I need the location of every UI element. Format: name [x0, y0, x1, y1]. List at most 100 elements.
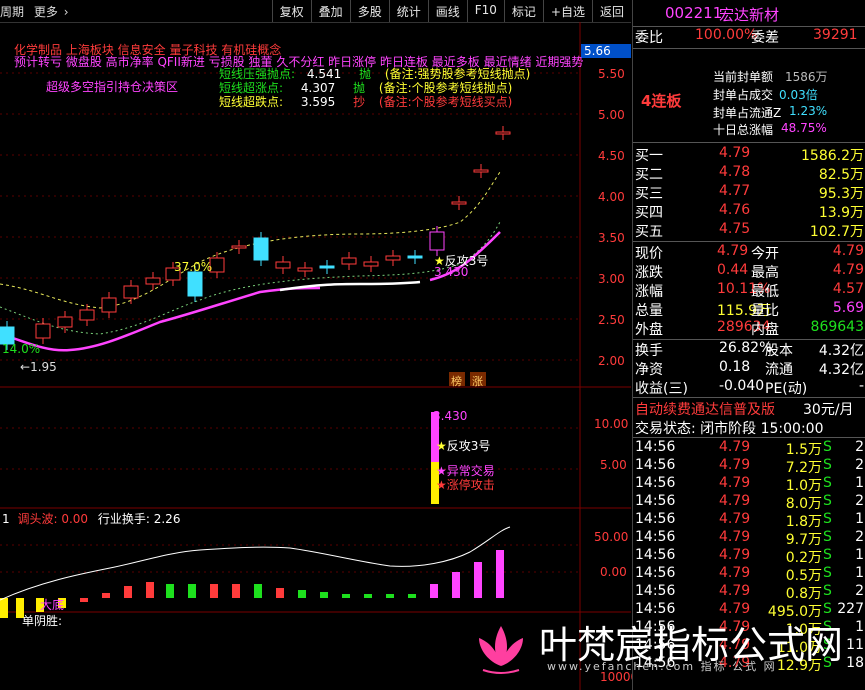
- candle-body: [451, 201, 467, 205]
- tick-side: S: [823, 493, 832, 509]
- quote-value: 4.79: [832, 262, 864, 278]
- indicator-bars: [0, 550, 504, 618]
- order-row[interactable]: 买四 4.76 13.9万: [633, 202, 865, 222]
- tick-side: S: [823, 583, 832, 599]
- period-button[interactable]: 周期: [0, 5, 24, 19]
- order-price: 4.76: [719, 202, 751, 218]
- fund-value: 0.18: [719, 359, 751, 375]
- tick-row[interactable]: 14:56 4.79 1.5万 S 2: [633, 439, 865, 459]
- order-label: 买二: [635, 167, 663, 183]
- quote-row: 涨幅 10.11% 最低 4.57: [633, 281, 865, 301]
- order-row[interactable]: 买一 4.79 1586.2万: [633, 145, 865, 165]
- chart-canvas[interactable]: [0, 22, 631, 690]
- tick-volume: 0.8万: [785, 586, 822, 602]
- tick-time: 14:56: [635, 583, 676, 599]
- quote-label: 今开: [751, 246, 779, 262]
- candle-body: [231, 245, 247, 249]
- fund-label: 股本: [765, 343, 793, 359]
- tick-count: 2: [855, 583, 864, 599]
- more-button[interactable]: 更多: [34, 5, 58, 19]
- fund-value: -0.040: [719, 378, 765, 394]
- fund-value: 4.32亿: [818, 343, 864, 359]
- tick-row[interactable]: 14:56 4.79 0.8万 S 2: [633, 583, 865, 603]
- lotus-logo: [479, 626, 523, 674]
- candle-body: [145, 277, 161, 285]
- tick-count: 2: [855, 529, 864, 545]
- tick-price: 4.79: [719, 565, 751, 581]
- low-price-value: 1.95: [30, 360, 57, 374]
- order-row[interactable]: 买三 4.77 95.3万: [633, 183, 865, 203]
- quote-value: 4.79: [832, 243, 864, 259]
- chart-area[interactable]: 化学制品 上海板块 信息安全 量子科技 有机硅概念 预计转亏 微盘股 高市净率 …: [0, 22, 638, 690]
- quote-label: 量比: [751, 303, 779, 319]
- candle-body: [407, 255, 423, 259]
- restore-rights-button[interactable]: 复权: [271, 0, 311, 22]
- tick-row[interactable]: 14:56 4.79 1.0万 S 1: [633, 475, 865, 495]
- mark-button[interactable]: 标记: [503, 0, 543, 22]
- tick-count: 2: [855, 493, 864, 509]
- candle-body: [363, 261, 379, 267]
- order-row[interactable]: 买五 4.75 102.7万: [633, 221, 865, 241]
- multi-stock-button[interactable]: 多股: [349, 0, 389, 22]
- tick-row[interactable]: 14:56 4.79 9.7万 S 2: [633, 529, 865, 549]
- statistics-button[interactable]: 统计: [388, 0, 428, 22]
- candle-body: [297, 267, 313, 272]
- stock-name: 宏达新材: [719, 6, 780, 24]
- indicator-bar: [146, 582, 154, 598]
- lower-band-line: [0, 221, 501, 335]
- quote-value: 0.44: [717, 262, 749, 278]
- tick-side: S: [823, 475, 832, 491]
- candle-body: [275, 261, 291, 269]
- tick-price: 4.79: [719, 511, 751, 527]
- pct-label-left: 14.0%: [2, 342, 41, 356]
- signal-attack-price: 3.430: [434, 265, 469, 279]
- tick-row[interactable]: 14:56 4.79 1.8万 S 1: [633, 511, 865, 531]
- tick-volume: 1.8万: [785, 514, 822, 530]
- add-favorite-button[interactable]: +自选: [542, 0, 592, 22]
- f10-button[interactable]: F10: [466, 0, 504, 22]
- overlay-button[interactable]: 叠加: [310, 0, 350, 22]
- order-price: 4.75: [719, 221, 751, 237]
- fund-label: 流通: [765, 362, 793, 378]
- divider: [633, 142, 865, 143]
- indicator-bar: [496, 550, 504, 598]
- current-price-tag: 5.66: [584, 44, 611, 58]
- order-row[interactable]: 买二 4.78 82.5万: [633, 164, 865, 184]
- indicator-bar: [298, 590, 306, 598]
- tick-row[interactable]: 14:56 4.79 0.5万 S 1: [633, 565, 865, 585]
- tick-row[interactable]: 14:56 4.79 8.0万 S 2: [633, 493, 865, 513]
- ad-text: 自动续费通达信普及版: [635, 402, 775, 418]
- draw-line-button[interactable]: 画线: [427, 0, 467, 22]
- tick-time: 14:56: [635, 511, 676, 527]
- indicator-axis-tick: 50.00: [594, 530, 629, 544]
- signal-row-3-name: 短线超跌点:: [219, 95, 284, 109]
- tick-row[interactable]: 14:56 4.79 0.2万 S 1: [633, 547, 865, 567]
- indicator-bar: [342, 594, 350, 598]
- indicator-bottom-label: 大底: [40, 598, 65, 612]
- tick-count: 2: [855, 457, 864, 473]
- pct-label-mid: 37.0%: [174, 260, 213, 274]
- mid-axis-tick: 10.00: [594, 417, 629, 431]
- order-price: 4.77: [719, 183, 751, 199]
- status-row: 交易状态: 闭市阶段 15:00:00: [633, 418, 865, 438]
- back-button[interactable]: 返回: [591, 0, 631, 22]
- divider: [633, 241, 865, 242]
- candle-body: [473, 169, 489, 173]
- tick-count: 2: [855, 439, 864, 455]
- signal-row-3-value: 3.595: [300, 95, 336, 109]
- tick-side: S: [823, 457, 832, 473]
- tick-side: S: [823, 511, 832, 527]
- candle-body: [101, 297, 117, 313]
- badge-zhang[interactable]: 涨: [472, 373, 483, 389]
- badge-bang[interactable]: 榜: [451, 373, 462, 389]
- indicator-bar: [430, 584, 438, 598]
- quote-value: 869643: [810, 319, 864, 335]
- chevron-right-icon[interactable]: ›: [64, 5, 69, 19]
- quote-label: 现价: [635, 246, 663, 262]
- ad-row[interactable]: 自动续费通达信普及版 30元/月: [633, 399, 865, 419]
- tick-row[interactable]: 14:56 4.79 7.2万 S 2: [633, 457, 865, 477]
- ma-line-magenta: [9, 286, 321, 352]
- stock-header[interactable]: 002211 宏达新材: [633, 4, 865, 24]
- candle-body: [253, 237, 269, 261]
- toolbar-left: 周期 更多 ›: [0, 3, 69, 20]
